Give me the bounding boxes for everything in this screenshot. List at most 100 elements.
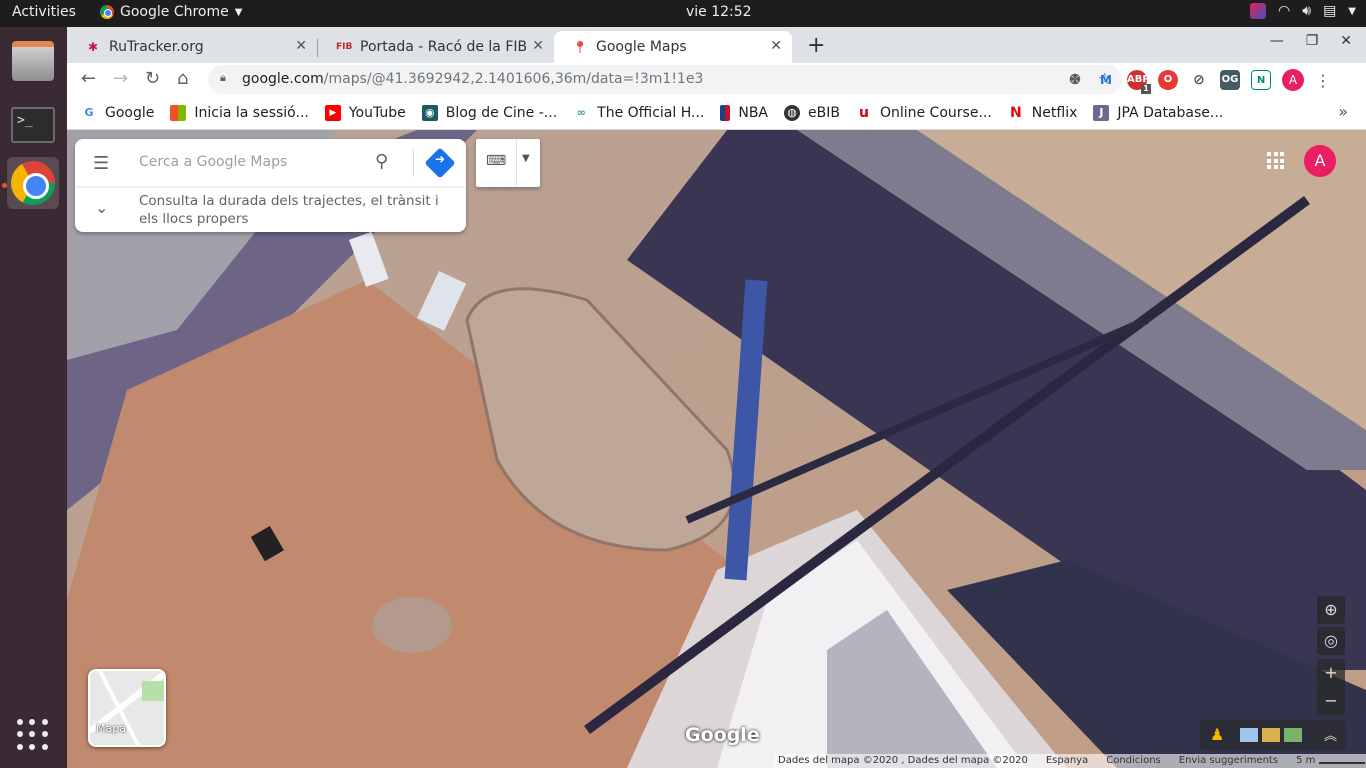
url-path: /maps/@41.3692942,2.1401606,36m/data=!3m…	[323, 71, 704, 87]
tab-google-maps[interactable]: 📍︎ Google Maps ✕	[554, 31, 792, 63]
files-launcher[interactable]	[7, 35, 59, 87]
bookmark-label: YouTube	[348, 104, 406, 121]
directions-icon[interactable]	[424, 147, 456, 179]
chrome-launcher[interactable]	[7, 157, 59, 209]
expand-icon[interactable]: ︽	[1324, 725, 1337, 744]
reload-button[interactable]: ↻	[145, 68, 160, 89]
system-tray[interactable]: ◠ 🔊︎ ▤ ▼	[1250, 3, 1356, 19]
terms-link[interactable]: Condicions	[1106, 754, 1161, 768]
map-canvas[interactable]: ☰ Cerca a Google Maps ⚲ ⌨ ▼ ⌄ Consulta l…	[67, 130, 1366, 768]
bookmark-youtube[interactable]: ▶ YouTube	[324, 104, 406, 121]
search-input[interactable]: Cerca a Google Maps	[139, 154, 287, 170]
pegman-icon[interactable]: ♟	[1210, 725, 1224, 744]
chevron-down-icon[interactable]: ⌄	[95, 198, 108, 217]
tab-rutracker[interactable]: ✱ RuTracker.org ✕	[67, 31, 317, 63]
my-location-button[interactable]: ◎	[1317, 627, 1345, 655]
google-maps-icon: 📍︎	[572, 40, 588, 54]
profile-avatar[interactable]: A	[1282, 69, 1304, 91]
bookmark-netflix[interactable]: N Netflix	[1008, 105, 1077, 121]
chevron-down-icon[interactable]: ▼	[522, 153, 530, 164]
scale-indicator[interactable]: 5 m	[1296, 754, 1366, 768]
youtube-icon: ▶	[324, 104, 341, 121]
bookmark-jpa[interactable]: J JPA Database...	[1093, 104, 1224, 121]
hint-text: Consulta la durada dels trajectes, el tr…	[139, 193, 439, 227]
new-tab-button[interactable]: +	[807, 33, 825, 58]
bookmark-label: NBA	[738, 104, 768, 121]
home-button[interactable]: ⌂	[177, 68, 188, 89]
bookmark-label: Google	[105, 104, 155, 121]
more-bookmarks-icon[interactable]: »	[1338, 102, 1348, 121]
bookmark-online-courses[interactable]: u Online Course...	[856, 105, 992, 121]
app-menu-label: Google Chrome	[120, 4, 229, 20]
bookmark-blog-cine[interactable]: ◉ Blog de Cine -...	[421, 104, 557, 121]
google-apps-icon[interactable]	[1267, 152, 1285, 170]
clock[interactable]: vie 12:52	[686, 4, 752, 20]
imagery-thumb[interactable]	[1284, 728, 1302, 742]
adblock-icon[interactable]: ABP 1	[1127, 70, 1151, 94]
back-button[interactable]: ←	[81, 68, 96, 89]
bookmark-label: JPA Database...	[1117, 104, 1224, 121]
minimize-button[interactable]: —	[1270, 33, 1284, 49]
plus-icon: +	[1324, 663, 1338, 682]
tab-title: Google Maps	[596, 39, 687, 55]
account-avatar[interactable]: A	[1304, 145, 1336, 177]
feedback-link[interactable]: Envia suggeriments	[1179, 754, 1278, 768]
zoom-out-button[interactable]: −	[1317, 687, 1345, 715]
google-logo: Google	[685, 724, 760, 746]
tab-strip: ✱ RuTracker.org ✕ FIB Portada - Racó de …	[67, 27, 1366, 63]
input-tools-button[interactable]: ⌨ ▼	[476, 139, 540, 187]
dropbox-icon[interactable]: ❖	[1065, 70, 1085, 90]
volume-icon: 🔊︎	[1302, 3, 1312, 19]
terminal-launcher[interactable]: >_	[7, 99, 59, 151]
zoom-in-button[interactable]: +	[1317, 659, 1345, 687]
og-extension-icon[interactable]: OG	[1220, 70, 1240, 90]
search-icon[interactable]: ⚲	[375, 151, 388, 172]
bookmark-label: The Official H...	[597, 104, 705, 121]
extensions-bar: ❖ M ABP 1 O ⊘ OG N A ⋮	[1065, 69, 1331, 94]
maximize-button[interactable]: ❐	[1306, 33, 1319, 49]
country-link[interactable]: Espanya	[1046, 754, 1088, 768]
map-preview-icon	[90, 671, 164, 745]
mega-icon[interactable]: M	[1096, 70, 1116, 90]
address-bar[interactable]: 🔒︎ google.com/maps/@41.3692942,2.1401606…	[208, 65, 1122, 94]
rutracker-icon: ✱	[87, 40, 99, 54]
close-window-button[interactable]: ✕	[1340, 33, 1352, 49]
kebab-menu-icon[interactable]: ⋮	[1315, 71, 1331, 90]
layer-switcher[interactable]: Mapa	[88, 669, 166, 747]
imagery-thumb[interactable]	[1262, 728, 1280, 742]
chrome-icon	[100, 5, 114, 19]
close-icon[interactable]: ✕	[295, 38, 307, 54]
close-icon[interactable]: ✕	[532, 38, 544, 54]
hint-panel[interactable]: ⌄ Consulta la durada dels trajectes, el …	[75, 187, 466, 232]
window-controls: — ❐ ✕	[1270, 33, 1352, 49]
bookmark-label: Inicia la sessió...	[194, 104, 309, 121]
tab-fib[interactable]: FIB Portada - Racó de la FIB ✕	[318, 31, 554, 63]
lock-icon[interactable]: 🔒︎	[220, 71, 226, 85]
opera-icon[interactable]: O	[1158, 70, 1178, 90]
bookmark-google[interactable]: G Google	[81, 105, 154, 121]
imagery-bar: ♟ ︽	[1200, 720, 1346, 750]
globe-icon: ⊕	[1324, 600, 1338, 619]
activities-button[interactable]: Activities	[12, 4, 76, 20]
bookmark-nba[interactable]: NBA	[720, 104, 768, 121]
globe-view-button[interactable]: ⊕	[1317, 596, 1345, 624]
show-apps-icon[interactable]	[17, 719, 49, 751]
notion-extension-icon[interactable]: N	[1251, 70, 1271, 90]
imagery-thumb[interactable]	[1240, 728, 1258, 742]
app-indicator-icon[interactable]	[1250, 3, 1267, 19]
forward-button[interactable]: →	[113, 68, 128, 89]
google-icon: G	[84, 105, 94, 119]
app-menu[interactable]: Google Chrome ▼	[100, 4, 242, 20]
bookmark-official[interactable]: ∞ The Official H...	[573, 104, 705, 121]
layer-label: Mapa	[96, 722, 126, 735]
terminal-icon: >_	[11, 107, 55, 143]
chevron-down-icon: ▼	[234, 6, 243, 18]
hamburger-menu-icon[interactable]: ☰	[93, 153, 109, 174]
bookmark-ebib[interactable]: ◍ eBIB	[784, 104, 840, 121]
divider	[413, 149, 414, 177]
block-icon[interactable]: ⊘	[1189, 70, 1209, 90]
map-data-credit: Dades del mapa ©2020 , Dades del mapa ©2…	[778, 755, 1028, 766]
tab-title: RuTracker.org	[109, 39, 204, 55]
close-icon[interactable]: ✕	[770, 38, 782, 54]
bookmark-microsoft[interactable]: Inicia la sessió...	[170, 104, 309, 121]
